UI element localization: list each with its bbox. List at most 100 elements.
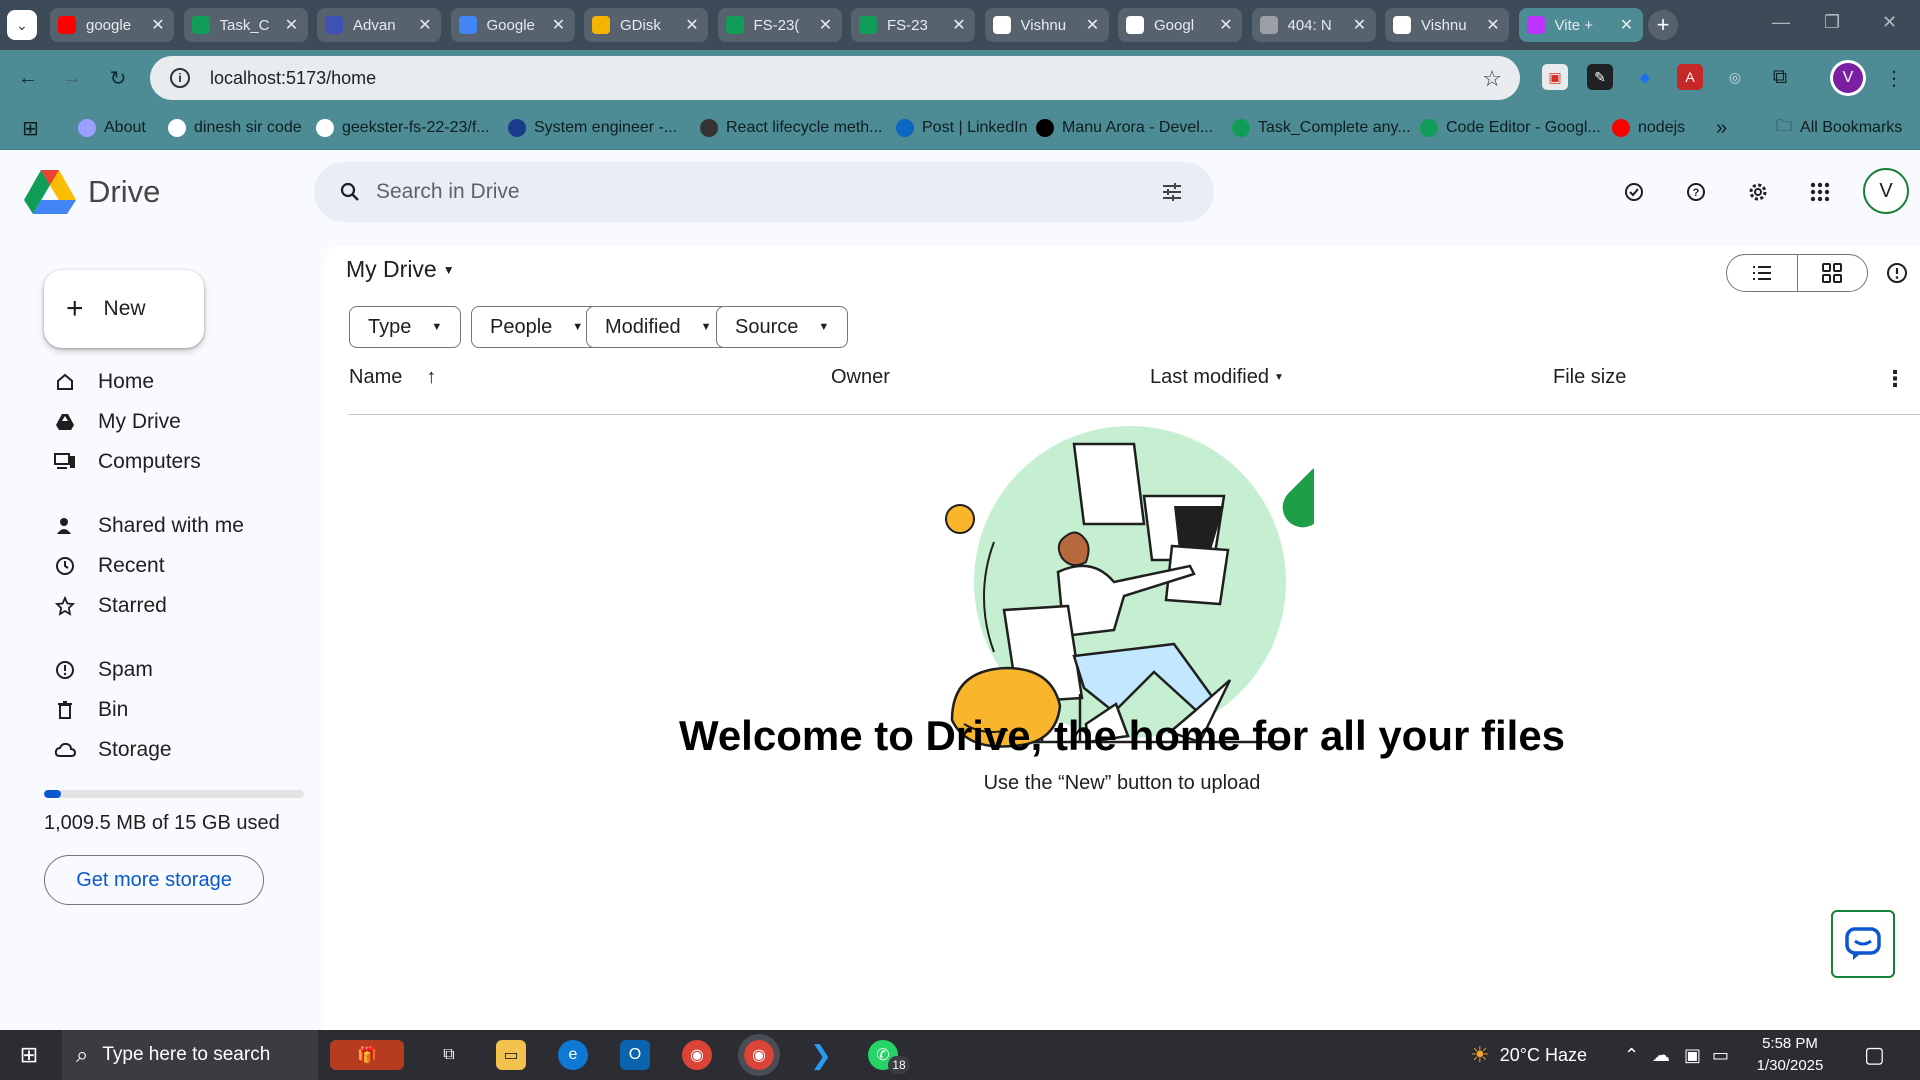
new-tab-button[interactable]: +: [1648, 10, 1678, 40]
show-hidden-icons[interactable]: ⌃: [1624, 1030, 1639, 1080]
search-input[interactable]: [376, 176, 1136, 208]
browser-tab[interactable]: FS-23 ✕: [851, 8, 975, 42]
apps-grid-icon[interactable]: ⊞: [22, 114, 39, 142]
extension-calendar-icon[interactable]: ▣: [1542, 64, 1568, 90]
tab-close-icon[interactable]: ✕: [1085, 15, 1101, 35]
column-options-icon[interactable]: ⋮: [1884, 366, 1906, 392]
list-view-icon[interactable]: [1727, 255, 1798, 291]
my-drive-title-dropdown[interactable]: My Drive ▼: [346, 256, 455, 283]
sidebar-item[interactable]: Recent: [44, 548, 304, 584]
task-view-icon[interactable]: ⧉: [434, 1040, 464, 1070]
browser-tab[interactable]: Advan ✕: [317, 8, 441, 42]
column-last-modified-header[interactable]: Last modified ▼: [1150, 366, 1284, 389]
back-icon[interactable]: ←: [14, 64, 42, 92]
bookmark-item[interactable]: React lifecycle meth...: [700, 114, 883, 142]
network-icon[interactable]: ▣: [1684, 1030, 1701, 1080]
column-file-size-header[interactable]: File size: [1553, 366, 1626, 389]
tab-search-button[interactable]: ⌄: [7, 10, 37, 40]
gifts-widget-icon[interactable]: 🎁: [330, 1040, 404, 1070]
tab-close-icon[interactable]: ✕: [1485, 15, 1501, 35]
view-toggle[interactable]: [1726, 254, 1868, 292]
close-window-icon[interactable]: ✕: [1882, 12, 1897, 33]
edge-browser-icon[interactable]: e: [558, 1040, 588, 1070]
settings-gear-icon[interactable]: [1746, 180, 1770, 204]
tab-close-icon[interactable]: ✕: [1218, 15, 1234, 35]
column-name-header[interactable]: Name ↑: [349, 366, 436, 389]
onedrive-cloud-icon[interactable]: ☁: [1652, 1030, 1670, 1080]
extension-drop-icon[interactable]: ◆: [1632, 64, 1658, 90]
google-apps-icon[interactable]: [1808, 180, 1832, 204]
site-info-icon[interactable]: i: [170, 68, 190, 88]
get-more-storage-button[interactable]: Get more storage: [44, 855, 264, 905]
chat-support-button[interactable]: [1831, 910, 1895, 978]
bookmark-item[interactable]: dinesh sir code: [168, 114, 302, 142]
windows-start-icon[interactable]: ⊞: [14, 1040, 44, 1070]
grid-view-icon[interactable]: [1798, 255, 1868, 291]
account-avatar[interactable]: V: [1863, 168, 1909, 214]
browser-tab[interactable]: Task_C ✕: [183, 8, 308, 42]
bookmark-item[interactable]: Code Editor - Googl...: [1420, 114, 1601, 142]
bookmark-item[interactable]: About: [78, 114, 146, 142]
bookmark-star-icon[interactable]: ☆: [1482, 66, 1502, 92]
address-bar[interactable]: i localhost:5173/home ☆: [150, 56, 1520, 100]
chrome-icon[interactable]: ◉: [682, 1040, 712, 1070]
browser-tab[interactable]: Google ✕: [450, 8, 575, 42]
drive-search-bar[interactable]: [314, 162, 1214, 222]
offline-ready-icon[interactable]: [1622, 180, 1646, 204]
browser-menu-icon[interactable]: ⋮: [1880, 64, 1908, 92]
extension-pen-icon[interactable]: ✎: [1587, 64, 1613, 90]
tab-close-icon[interactable]: ✕: [951, 15, 967, 35]
details-info-icon[interactable]: [1886, 262, 1908, 284]
bookmark-item[interactable]: Post | LinkedIn: [896, 114, 1028, 142]
extension-circle-icon[interactable]: ◎: [1722, 64, 1748, 90]
bookmark-item[interactable]: System engineer -...: [508, 114, 677, 142]
filter-chip[interactable]: People ▼: [471, 306, 603, 348]
drive-logo[interactable]: Drive: [24, 170, 160, 214]
browser-tab[interactable]: 404: N ✕: [1251, 8, 1376, 42]
forward-icon[interactable]: →: [58, 64, 86, 92]
bookmark-item[interactable]: Task_Complete any...: [1232, 114, 1411, 142]
sidebar-item[interactable]: My Drive: [44, 404, 304, 440]
sidebar-item[interactable]: Storage: [44, 732, 304, 768]
tab-close-icon[interactable]: ✕: [1619, 15, 1635, 35]
minimize-icon[interactable]: —: [1772, 12, 1790, 33]
tab-close-icon[interactable]: ✕: [551, 15, 567, 35]
tab-close-icon[interactable]: ✕: [818, 15, 834, 35]
sidebar-item[interactable]: Starred: [44, 588, 304, 624]
browser-tab[interactable]: Vishnu ✕: [984, 8, 1109, 42]
sort-arrow-up-icon[interactable]: ↑: [426, 366, 436, 389]
sidebar-item[interactable]: Home: [44, 364, 304, 400]
taskbar-search-box[interactable]: ⌕ Type here to search: [62, 1030, 318, 1080]
new-button[interactable]: + New: [44, 270, 204, 348]
search-icon[interactable]: [338, 180, 362, 204]
more-bookmarks-button[interactable]: »: [1716, 114, 1727, 142]
chrome-profile-icon[interactable]: ◉: [738, 1034, 780, 1076]
search-options-icon[interactable]: [1160, 180, 1184, 204]
extension-a-icon[interactable]: A: [1677, 64, 1703, 90]
browser-tab[interactable]: Vite + ✕: [1518, 8, 1643, 42]
weather-widget[interactable]: ☀ 20°C Haze: [1470, 1030, 1587, 1080]
sidebar-item[interactable]: Spam: [44, 652, 304, 688]
reload-icon[interactable]: ↻: [104, 64, 132, 92]
tab-close-icon[interactable]: ✕: [150, 15, 166, 35]
bookmark-item[interactable]: geekster-fs-22-23/f...: [316, 114, 490, 142]
tab-close-icon[interactable]: ✕: [417, 15, 433, 35]
help-icon[interactable]: ?: [1684, 180, 1708, 204]
tab-close-icon[interactable]: ✕: [1352, 15, 1368, 35]
file-explorer-icon[interactable]: ▭: [496, 1040, 526, 1070]
extensions-puzzle-icon[interactable]: ⧉: [1767, 64, 1793, 90]
browser-tab[interactable]: FS-23(✕: [717, 8, 842, 42]
battery-icon[interactable]: ▭: [1712, 1030, 1729, 1080]
sidebar-item[interactable]: Computers: [44, 444, 304, 480]
notifications-icon[interactable]: ▢: [1864, 1030, 1885, 1080]
browser-tab[interactable]: Vishnu ✕: [1385, 8, 1509, 42]
bookmark-item[interactable]: Manu Arora - Devel...: [1036, 114, 1213, 142]
outlook-icon[interactable]: O: [620, 1040, 650, 1070]
browser-tab[interactable]: google ✕: [50, 8, 174, 42]
restore-icon[interactable]: ❐: [1824, 12, 1840, 33]
sidebar-item[interactable]: Shared with me: [44, 508, 304, 544]
tab-close-icon[interactable]: ✕: [284, 15, 300, 35]
browser-profile-avatar[interactable]: V: [1830, 60, 1866, 96]
bookmark-item[interactable]: nodejs: [1612, 114, 1685, 142]
taskbar-clock[interactable]: 5:58 PM 1/30/2025: [1740, 1033, 1840, 1077]
